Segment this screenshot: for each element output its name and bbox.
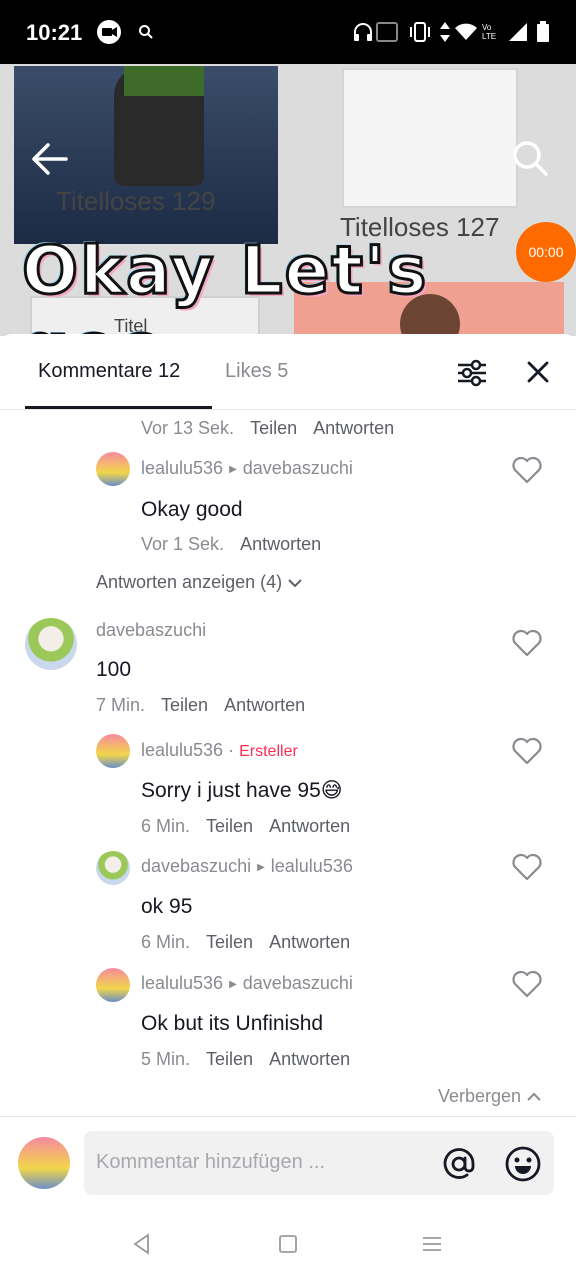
- comment-text: Ok but its Unfinishd: [141, 1012, 324, 1035]
- avatar[interactable]: [96, 452, 130, 486]
- comment-username[interactable]: lealulu536 ▶ davebaszuchi: [141, 458, 353, 479]
- at-sign-icon: [443, 1148, 475, 1179]
- menu-lines-icon[interactable]: [420, 1232, 444, 1256]
- status-time: 10:21: [26, 20, 83, 45]
- nfc-icon: [376, 20, 398, 44]
- sliders-icon: [458, 359, 486, 387]
- comment-text: ok 95: [141, 895, 193, 918]
- reply-link[interactable]: Antworten: [224, 695, 305, 715]
- vibrate-icon: [408, 20, 432, 44]
- home-square-icon[interactable]: [276, 1232, 300, 1256]
- heart-icon[interactable]: [512, 853, 542, 881]
- back-button[interactable]: [30, 142, 70, 176]
- reply-link[interactable]: Antworten: [269, 932, 350, 952]
- emoji-icon: [505, 1146, 541, 1182]
- comment-text: Okay good: [141, 498, 243, 521]
- share-link[interactable]: Teilen: [161, 695, 208, 715]
- thumbnail-image: [342, 68, 518, 208]
- reply-arrow-icon: ▶: [229, 979, 237, 990]
- reply-arrow-icon: ▶: [229, 464, 237, 475]
- reply-link[interactable]: Antworten: [313, 418, 394, 438]
- data-arrows-icon: [438, 20, 452, 44]
- avatar: [18, 1137, 70, 1189]
- video-preview[interactable]: Titelloses 129 Titelloses 127 Titel Okay…: [0, 64, 576, 336]
- comment-meta: 7 Min. Teilen Antworten: [96, 695, 306, 715]
- comment-text: 100: [96, 658, 132, 681]
- chevron-down-icon: [288, 579, 302, 588]
- arrow-left-icon: [32, 143, 68, 175]
- wifi-icon: [454, 20, 478, 44]
- comment-username[interactable]: lealulu536 ▶ davebaszuchi: [141, 973, 353, 994]
- avatar[interactable]: [96, 968, 130, 1002]
- reply-link[interactable]: Antworten: [269, 816, 350, 836]
- creator-badge: Ersteller: [239, 743, 298, 760]
- tab-indicator: [25, 406, 212, 409]
- share-link[interactable]: Teilen: [250, 418, 297, 438]
- tab-likes[interactable]: Likes 5: [225, 360, 288, 383]
- reply-link[interactable]: Antworten: [269, 1049, 350, 1069]
- comment-text: Sorry i just have 95😅: [141, 779, 343, 802]
- volte-icon: Vo LTE: [482, 23, 497, 41]
- battery-icon: [536, 20, 550, 44]
- reply-link[interactable]: Antworten: [240, 534, 321, 554]
- comment-composer: Kommentar hinzufügen ...: [0, 1116, 576, 1212]
- search-button[interactable]: [510, 138, 550, 178]
- comment-username[interactable]: davebaszuchi ▶ lealulu536: [141, 856, 353, 877]
- avatar[interactable]: [96, 734, 130, 768]
- comment-sheet: Kommentare 12 Likes 5 Vor 13 Sek. Teilen A…: [0, 334, 576, 1280]
- hide-replies-button[interactable]: Verbergen: [438, 1086, 542, 1107]
- filter-button[interactable]: [456, 358, 488, 388]
- tab-bar: Kommentare 12 Likes 5: [0, 334, 576, 410]
- comment-placeholder: Kommentar hinzufügen ...: [96, 1151, 326, 1173]
- video-record-icon: [96, 20, 122, 44]
- back-triangle-icon[interactable]: [130, 1232, 154, 1256]
- comment-meta: Vor 1 Sek. Antworten: [141, 534, 322, 554]
- search-icon: [513, 141, 548, 176]
- share-link[interactable]: Teilen: [206, 1049, 253, 1069]
- share-link[interactable]: Teilen: [206, 816, 253, 836]
- comment-meta: 5 Min. Teilen Antworten: [141, 1049, 351, 1069]
- mention-button[interactable]: [440, 1145, 478, 1183]
- comment-meta: Vor 13 Sek. Teilen Antworten: [141, 418, 395, 438]
- close-button[interactable]: [524, 358, 552, 386]
- heart-icon[interactable]: [512, 456, 542, 484]
- show-replies-button[interactable]: Antworten anzeigen (4): [96, 572, 303, 593]
- heart-icon[interactable]: [512, 737, 542, 765]
- chevron-up-icon: [527, 1092, 541, 1101]
- search-icon: [138, 20, 154, 44]
- signal-icon: [508, 20, 528, 44]
- reply-arrow-icon: ▶: [257, 862, 265, 873]
- status-bar: 10:21 Vo LTE: [0, 0, 576, 64]
- comment-meta: 6 Min. Teilen Antworten: [141, 816, 351, 836]
- emoji-button[interactable]: [504, 1145, 542, 1183]
- timer-badge: 00:00: [516, 222, 576, 282]
- share-link[interactable]: Teilen: [206, 932, 253, 952]
- comment-username[interactable]: davebaszuchi: [96, 620, 206, 641]
- heart-icon[interactable]: [512, 629, 542, 657]
- heart-icon[interactable]: [512, 970, 542, 998]
- thumbnail-label: Titelloses 129: [56, 186, 216, 216]
- avatar[interactable]: [25, 618, 77, 670]
- headphones-icon: [352, 20, 374, 44]
- video-caption-overlay: Okay Let's goo: [21, 231, 429, 337]
- comment-meta: 6 Min. Teilen Antworten: [141, 932, 351, 952]
- comment-input[interactable]: Kommentar hinzufügen ...: [84, 1131, 554, 1195]
- close-icon: [527, 361, 549, 383]
- avatar[interactable]: [96, 851, 130, 885]
- system-nav-bar: [0, 1208, 576, 1280]
- comment-username[interactable]: lealulu536 · Ersteller: [141, 740, 298, 761]
- tab-comments[interactable]: Kommentare 12: [38, 360, 180, 383]
